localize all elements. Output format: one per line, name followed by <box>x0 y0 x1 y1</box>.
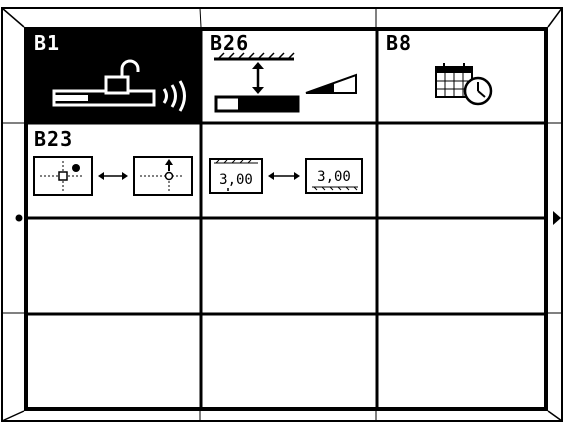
menu-cell-empty[interactable] <box>380 318 552 407</box>
menu-cell-b1[interactable]: B1 <box>28 31 200 122</box>
right-scroll-arrow-icon <box>553 211 561 225</box>
menu-cell-b8[interactable]: B8 <box>380 31 552 122</box>
left-scroll-dot-icon <box>15 214 23 222</box>
value-transfer-icon: 3,00 3,00 <box>209 158 363 194</box>
calendar-clock-icon <box>435 63 493 106</box>
menu-cell-empty[interactable] <box>204 222 376 314</box>
right-value-text: 3,00 <box>317 169 351 185</box>
menu-code: B26 <box>210 31 250 55</box>
menu-code: B8 <box>386 31 413 55</box>
menu-cell-b26[interactable]: B26 <box>204 31 376 122</box>
menu-cell-empty[interactable] <box>28 318 200 407</box>
unlock-wireless-icon <box>52 59 186 112</box>
left-value-text: 3,00 <box>219 172 253 188</box>
menu-code: B23 <box>34 127 74 151</box>
menu-cell-empty[interactable] <box>380 127 552 218</box>
menu-code: B1 <box>34 31 61 55</box>
menu-cell-empty[interactable] <box>204 318 376 407</box>
height-adjust-icon <box>214 52 357 113</box>
menu-cell-empty[interactable] <box>380 222 552 314</box>
menu-cell-b23[interactable]: B23 <box>28 127 200 218</box>
menu-grid: B1 B26 B8 B23 3,00 3,00 <box>24 27 548 411</box>
position-move-icon <box>33 156 193 196</box>
menu-cell-empty[interactable] <box>28 222 200 314</box>
menu-cell-b23b[interactable]: 3,00 3,00 <box>204 127 376 218</box>
